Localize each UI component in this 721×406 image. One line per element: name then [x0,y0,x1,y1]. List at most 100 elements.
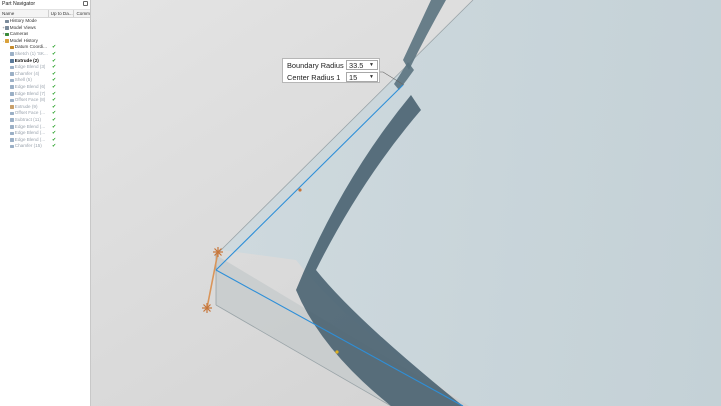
up-to-date-check-icon: ✔ [52,130,57,137]
boundary-radius-row: Boundary Radius 1 33.5 ▼ [283,59,379,71]
feature-icon [5,26,9,30]
tree-node-label: History Mode [9,18,37,23]
tree-node[interactable]: Edge Blend (... ✔ [0,130,90,137]
tree-node[interactable]: Edge Blend (7) ✔ [0,91,90,98]
tree-node-label: Sketch (1) 'SK... [14,50,48,56]
graphics-viewport[interactable] [91,0,721,406]
column-comment[interactable]: Comm [74,10,90,17]
model-scene[interactable] [91,0,721,406]
tree-node[interactable]: Extrude (2) ✔ [0,58,90,65]
feature-icon [10,118,14,122]
feature-icon [10,125,14,129]
feature-icon [10,72,14,76]
tree-node[interactable]: Datum Coordi... ✔ [0,44,90,51]
tree-node[interactable]: Offset Face (... ✔ [0,110,90,117]
tree-node-label: Datum Coordi... [14,44,47,50]
tree-node[interactable]: History Mode [0,18,90,25]
center-radius-label: Center Radius 1 [287,72,341,82]
navigator-title-bar: Part Navigator [0,0,90,10]
feature-icon [5,39,9,43]
up-to-date-check-icon: ✔ [52,103,57,110]
tree-node-label: Chamfer (4) [14,70,40,76]
tree-node-label: Offset Face (8) [14,97,46,103]
tree-node[interactable]: Subtract (11) ✔ [0,117,90,124]
feature-icon [5,32,9,37]
tree-node[interactable]: - Model History [0,38,90,45]
feature-icon [10,52,14,57]
tree-node[interactable]: + Model Views [0,25,90,32]
up-to-date-check-icon: ✔ [52,50,57,57]
up-to-date-check-icon: ✔ [52,116,57,123]
tree-node[interactable]: Edge Blend (3) ✔ [0,64,90,71]
tree-node[interactable]: Edge Blend (... ✔ [0,124,90,131]
feature-icon [10,65,14,70]
center-radius-input[interactable]: 15 ▼ [346,72,378,82]
tree-node-label: Cameras [9,31,29,37]
midpoint-marker-upper [298,188,302,192]
column-name[interactable]: Name [0,10,49,17]
feature-icon [5,19,9,24]
tree-node[interactable]: Chamfer (15) ✔ [0,143,90,150]
up-to-date-check-icon: ✔ [52,110,57,117]
up-to-date-check-icon: ✔ [52,97,57,104]
up-to-date-check-icon: ✔ [52,123,57,130]
up-to-date-check-icon: ✔ [52,64,57,71]
up-to-date-check-icon: ✔ [52,83,57,90]
tree-node[interactable]: Edge Blend (... ✔ [0,137,90,144]
tree-node-label: Edge Blend (... [14,136,46,142]
tree-node[interactable]: Edge Blend (6) ✔ [0,84,90,91]
radius-input-popup: Boundary Radius 1 33.5 ▼ Center Radius 1… [282,58,380,83]
pin-icon[interactable] [83,1,88,6]
tree-node-label: Edge Blend (... [14,130,46,136]
tree-node-label: Extrude (9) [14,103,38,109]
feature-icon [10,131,14,136]
up-to-date-check-icon: ✔ [52,57,57,64]
column-up-to-date[interactable]: Up to Da... [49,10,75,17]
feature-icon [10,144,14,149]
tree-node[interactable]: Offset Face (8) ✔ [0,97,90,104]
drag-handle-bottom[interactable] [202,303,212,313]
boundary-radius-value: 33.5 [349,61,364,70]
tree-node[interactable]: Shell (5) ✔ [0,77,90,84]
navigator-column-header: Name Up to Da... Comm [0,10,90,18]
feature-icon [10,111,14,116]
up-to-date-check-icon: ✔ [52,136,57,143]
up-to-date-check-icon: ✔ [52,70,57,77]
feature-icon [10,92,14,96]
boundary-radius-input[interactable]: 33.5 ▼ [346,60,378,70]
feature-icon [10,138,14,142]
tree-node[interactable]: Extrude (9) ✔ [0,104,90,111]
tree-node[interactable]: + Cameras [0,31,90,38]
dropdown-arrow-icon[interactable]: ▼ [369,61,374,70]
tree-node-label: Edge Blend (6) [14,83,46,89]
tree-node-label: Model History [9,37,38,43]
center-radius-row: Center Radius 1 15 ▼ [283,71,379,83]
drag-handle-top[interactable] [213,247,223,257]
feature-icon [10,78,14,83]
tree-node-label: Model Views [9,24,36,30]
up-to-date-check-icon: ✔ [52,44,57,51]
feature-icon [10,98,14,103]
navigator-title: Part Navigator [2,1,36,7]
tree-node[interactable]: Sketch (1) 'SK... ✔ [0,51,90,58]
tree-node-label: Subtract (11) [14,116,41,122]
dropdown-arrow-icon[interactable]: ▼ [369,73,374,82]
feature-icon [10,45,14,50]
center-radius-value: 15 [349,73,358,82]
tree-node-label: Shell (5) [14,77,32,83]
boundary-radius-label: Boundary Radius 1 [287,60,350,70]
tree-node-label: Extrude (2) [14,57,39,63]
feature-icon [10,105,14,109]
tree-node-label: Edge Blend (... [14,123,46,129]
up-to-date-check-icon: ✔ [52,143,57,150]
tree-node-label: Offset Face (... [14,110,46,116]
tree-node[interactable]: Chamfer (4) ✔ [0,71,90,78]
tree-node-label: Chamfer (15) [14,143,42,149]
feature-icon [10,85,14,90]
navigator-tree: History Mode + Model Views + Cameras - Model H… [0,18,90,150]
part-navigator: Part Navigator Name Up to Da... Comm His… [0,0,91,406]
up-to-date-check-icon: ✔ [52,77,57,84]
tree-node-label: Edge Blend (7) [14,90,46,96]
up-to-date-check-icon: ✔ [52,90,57,97]
feature-icon [10,59,14,63]
